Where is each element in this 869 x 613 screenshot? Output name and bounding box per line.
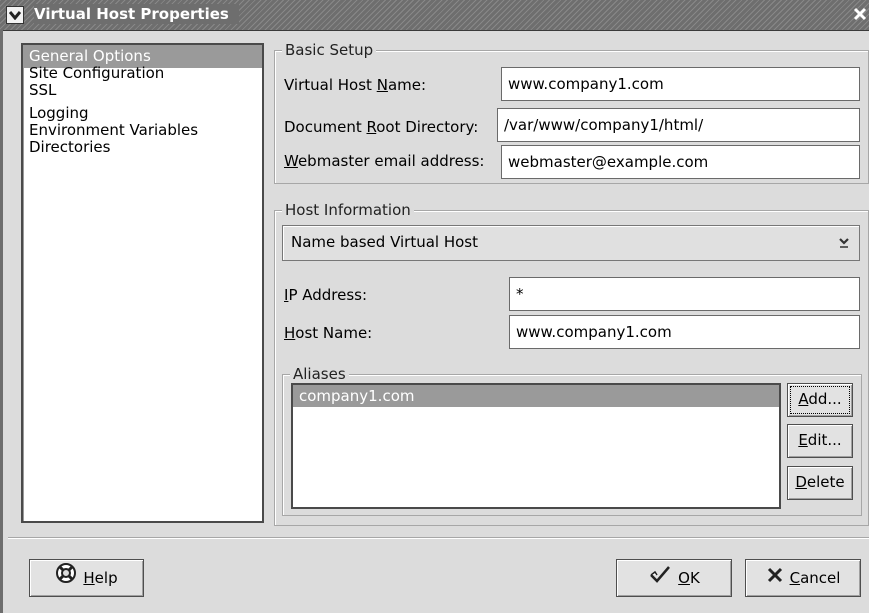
ip-address-label: IP Address:	[284, 286, 368, 304]
checkmark-icon	[648, 561, 672, 597]
host-name-input[interactable]: www.company1.com	[509, 315, 860, 349]
host-name-label: Host Name:	[284, 324, 373, 342]
dropdown-arrow-icon	[839, 238, 849, 248]
document-root-input[interactable]: /var/www/company1/html/	[497, 108, 860, 142]
category-list[interactable]: General Options Site Configuration SSL L…	[21, 43, 264, 523]
lifebuoy-icon	[55, 561, 77, 597]
edit-alias-button[interactable]: Edit...	[787, 424, 853, 458]
webmaster-email-input[interactable]: webmaster@example.com	[501, 145, 860, 179]
footer-separator	[8, 537, 869, 539]
basic-setup-legend: Basic Setup	[282, 40, 377, 60]
vhost-name-label: Virtual Host Name:	[284, 76, 427, 94]
title-bar[interactable]: Virtual Host Properties	[0, 0, 869, 31]
document-root-label: Document Root Directory:	[284, 118, 479, 136]
delete-alias-button[interactable]: Delete	[787, 466, 853, 500]
help-button[interactable]: Help	[29, 559, 144, 597]
ok-button[interactable]: OK	[616, 559, 732, 597]
host-information-legend: Host Information	[282, 200, 414, 220]
chevron-down-icon	[9, 11, 21, 20]
list-item[interactable]: company1.com	[293, 385, 779, 407]
ip-address-input[interactable]: *	[509, 277, 860, 311]
aliases-legend: Aliases	[290, 364, 349, 384]
window-border	[0, 30, 3, 613]
webmaster-email-label: Webmaster email address:	[284, 152, 485, 170]
host-type-select[interactable]: Name based Virtual Host	[282, 225, 860, 261]
close-icon[interactable]	[853, 7, 867, 21]
host-type-value: Name based Virtual Host	[291, 233, 479, 251]
aliases-list[interactable]: company1.com	[291, 383, 781, 509]
window-title: Virtual Host Properties	[34, 4, 239, 24]
x-icon	[766, 561, 784, 597]
add-alias-button[interactable]: Add...	[787, 383, 853, 417]
vhost-name-input[interactable]: www.company1.com	[501, 67, 860, 101]
cancel-button[interactable]: Cancel	[745, 559, 861, 597]
window-menu-button[interactable]	[6, 6, 24, 24]
